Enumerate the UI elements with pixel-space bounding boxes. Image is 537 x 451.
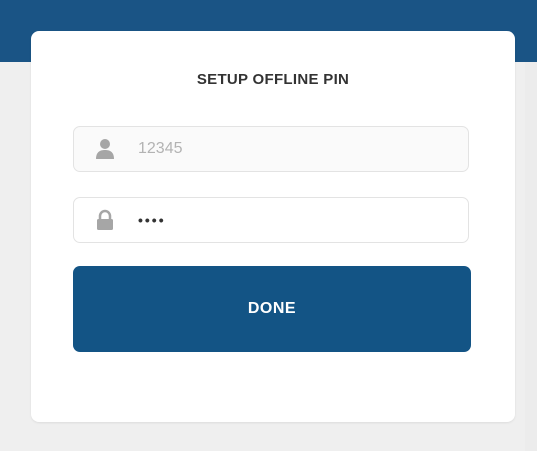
username-field[interactable]: 12345 <box>73 126 469 172</box>
username-placeholder: 12345 <box>138 140 183 157</box>
pin-value: •••• <box>138 212 166 228</box>
user-icon <box>94 138 116 160</box>
pin-field[interactable]: •••• <box>73 197 469 243</box>
background-panel <box>525 62 537 451</box>
lock-icon <box>94 209 116 231</box>
done-button[interactable]: DONE <box>73 266 471 352</box>
setup-pin-dialog: SETUP OFFLINE PIN 12345 •••• DONE <box>31 31 515 422</box>
dialog-title: SETUP OFFLINE PIN <box>196 71 350 88</box>
